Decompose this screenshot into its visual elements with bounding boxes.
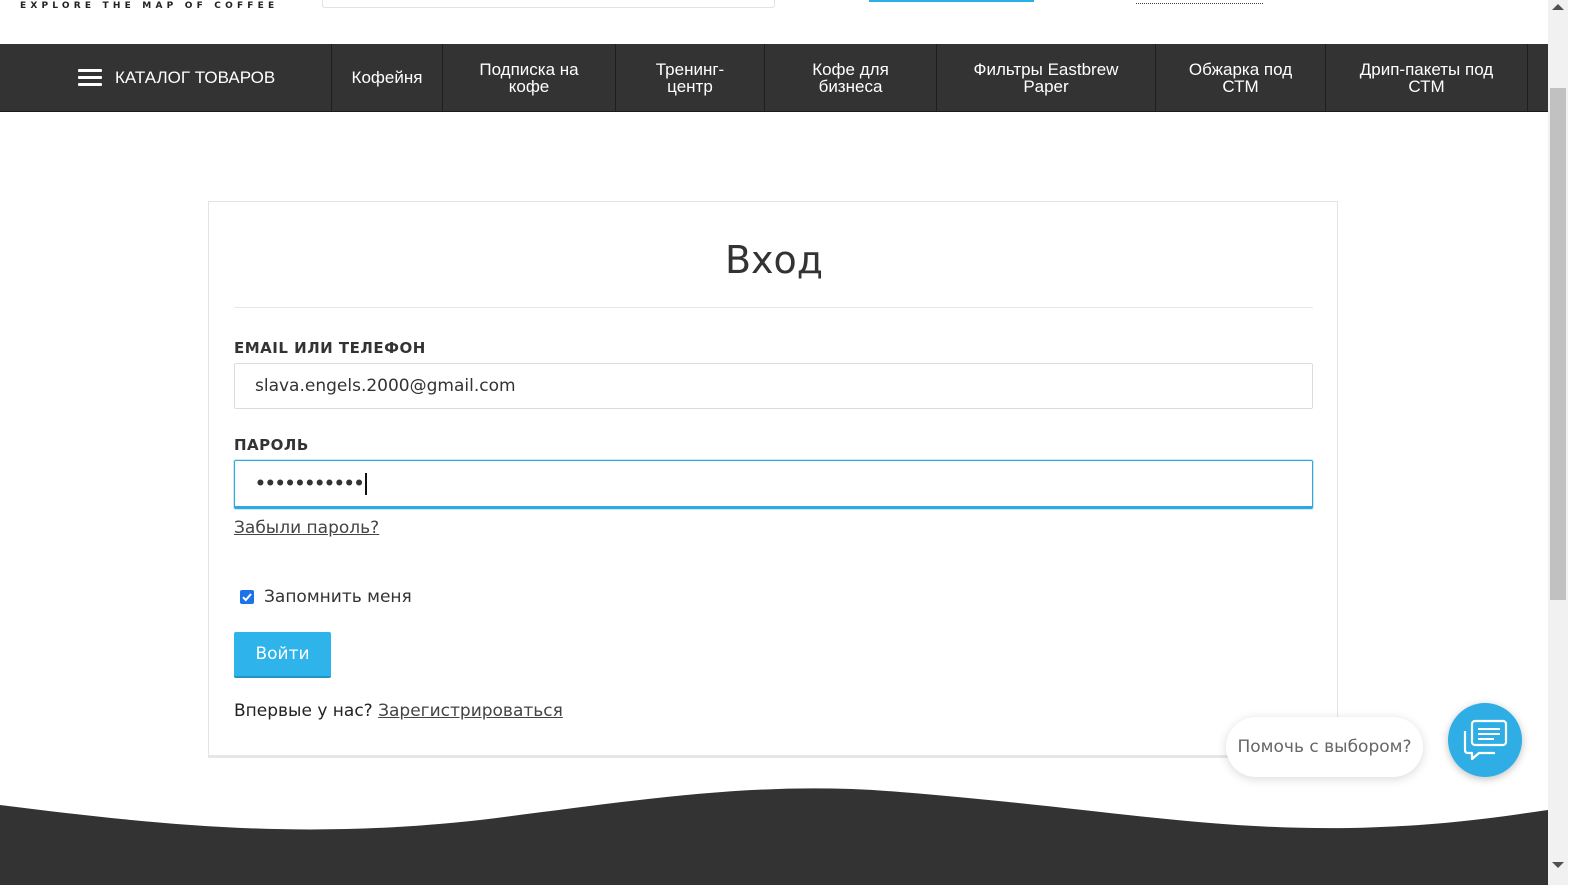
nav-item-label: Фильтры Eastbrew Paper bbox=[973, 59, 1119, 96]
remember-me-label: Запомнить меня bbox=[264, 587, 412, 607]
nav-item-business[interactable]: Кофе для бизнеса bbox=[764, 44, 936, 111]
nav-item-drip[interactable]: Дрип-пакеты под СТМ bbox=[1325, 44, 1528, 111]
remember-me-checkbox[interactable]: Запомнить меня bbox=[240, 587, 412, 607]
nav-item-label: Подписка на кофе bbox=[479, 59, 579, 96]
title-divider bbox=[234, 307, 1313, 308]
register-prompt: Впервые у нас? Зарегистрироваться bbox=[234, 701, 563, 721]
chat-icon bbox=[1463, 719, 1508, 761]
nav-item-label: Тренинг-центр bbox=[655, 59, 725, 96]
email-label: EMAIL ИЛИ ТЕЛЕФОН bbox=[234, 339, 426, 357]
nav-item-training[interactable]: Тренинг-центр bbox=[615, 44, 764, 111]
nav-item-subscription[interactable]: Подписка на кофе bbox=[442, 44, 615, 111]
nav-item-label: Кофейня bbox=[351, 68, 423, 87]
nav-item-coffeehouse[interactable]: Кофейня bbox=[331, 44, 442, 111]
password-mask: ••••••••••• bbox=[255, 473, 365, 494]
main-nav: КАТАЛОГ ТОВАРОВ Кофейня Подписка на кофе… bbox=[0, 44, 1548, 112]
scrollbar-thumb[interactable] bbox=[1550, 88, 1566, 600]
email-value: slava.engels.2000@gmail.com bbox=[255, 376, 516, 396]
header-top-strip: EXPLORE THE MAP OF COFFEE bbox=[0, 0, 1548, 44]
page-title: Вход bbox=[724, 238, 824, 282]
hamburger-icon bbox=[78, 68, 102, 87]
chat-prompt-bubble[interactable]: Помочь с выбором? bbox=[1226, 717, 1423, 777]
email-field[interactable]: slava.engels.2000@gmail.com bbox=[234, 363, 1313, 409]
password-label: ПАРОЛЬ bbox=[234, 436, 309, 454]
forgot-password-link[interactable]: Забыли пароль? bbox=[234, 518, 379, 538]
scroll-up-arrow-icon[interactable] bbox=[1552, 4, 1564, 10]
chat-button[interactable] bbox=[1448, 703, 1522, 777]
nav-item-label: Обжарка под СТМ bbox=[1188, 59, 1293, 96]
header-dotted-link-edge[interactable] bbox=[1136, 3, 1263, 4]
nav-item-label: Дрип-пакеты под СТМ bbox=[1359, 59, 1494, 96]
header-blue-button-edge[interactable] bbox=[869, 0, 1034, 2]
text-caret bbox=[364, 472, 367, 495]
catalog-menu-button[interactable]: КАТАЛОГ ТОВАРОВ bbox=[20, 44, 331, 111]
register-link[interactable]: Зарегистрироваться bbox=[378, 701, 563, 721]
nav-item-filters[interactable]: Фильтры Eastbrew Paper bbox=[936, 44, 1155, 111]
password-field[interactable]: ••••••••••• bbox=[234, 460, 1313, 509]
scroll-down-arrow-icon[interactable] bbox=[1552, 862, 1564, 868]
footer-wave bbox=[0, 788, 1548, 885]
login-button[interactable]: Войти bbox=[234, 632, 331, 678]
nav-item-label: Кофе для бизнеса bbox=[812, 59, 889, 96]
brand-tagline: EXPLORE THE MAP OF COFFEE bbox=[20, 1, 279, 11]
header-search-box-edge[interactable] bbox=[322, 0, 775, 8]
catalog-label: КАТАЛОГ ТОВАРОВ bbox=[115, 68, 276, 87]
checkbox-checked-icon[interactable] bbox=[240, 590, 254, 604]
nav-item-roasting[interactable]: Обжарка под СТМ bbox=[1155, 44, 1325, 111]
register-prompt-text: Впервые у нас? bbox=[234, 701, 373, 721]
